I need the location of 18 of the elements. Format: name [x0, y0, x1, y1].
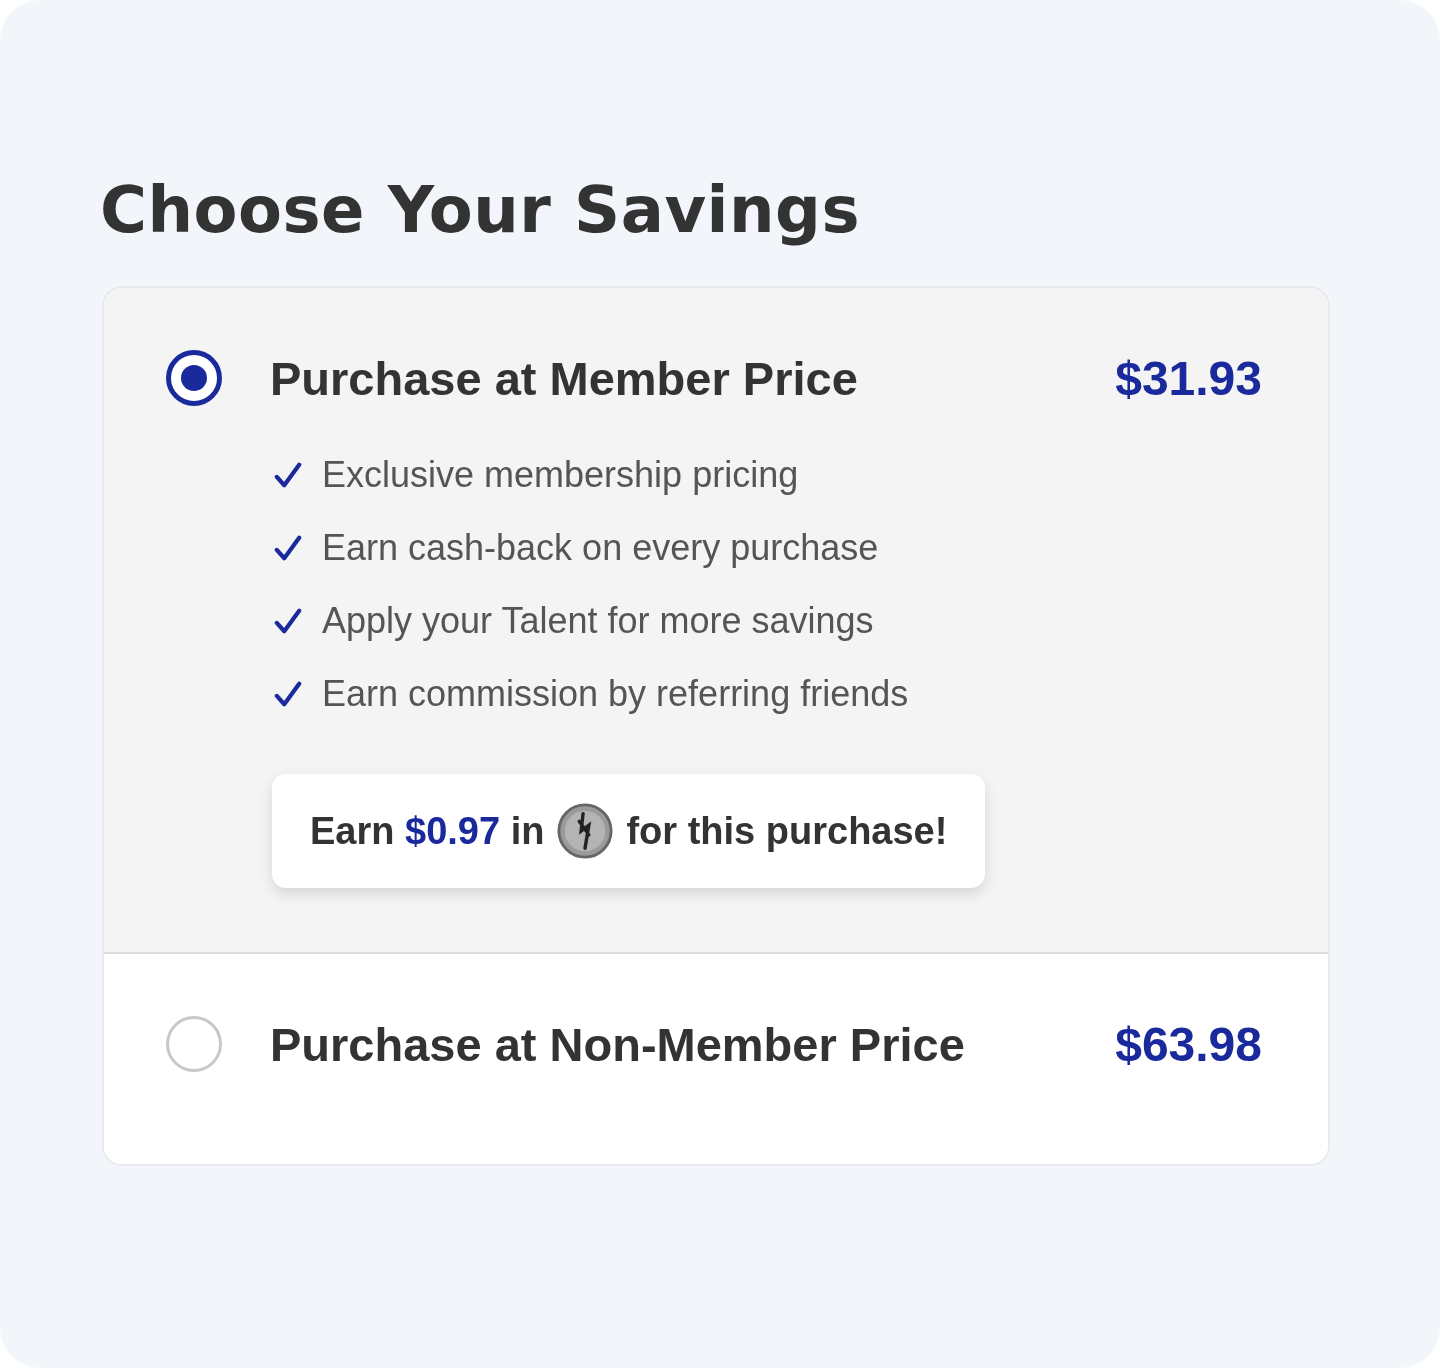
feature-text: Earn commission by referring friends [322, 672, 909, 715]
price-option[interactable]: Purchase at Member Price $31.93 Exclusive membership pricing Earn cash-back on every purchase Apply your Talent for more savings Earn commission by referring friends Earn $0.97 in for this purchase! [104, 288, 1328, 954]
option-title: Purchase at Non-Member Price [270, 1016, 966, 1072]
radio-button[interactable] [166, 350, 222, 406]
reward-text: Earn $0.97 in [310, 809, 545, 853]
option-price: $63.98 [1115, 1016, 1262, 1072]
option-title: Purchase at Member Price [270, 350, 859, 406]
coin-icon [556, 802, 615, 860]
check-icon [274, 679, 302, 708]
check-icon [274, 606, 302, 635]
feature-text: Earn cash-back on every purchase [322, 526, 879, 569]
check-icon [274, 533, 302, 562]
check-icon [274, 460, 302, 489]
reward-suffix: for this purchase! [626, 809, 948, 853]
page-heading: Choose Your Savings [100, 172, 861, 249]
option-price: $31.93 [1115, 350, 1262, 406]
feature-text: Apply your Talent for more savings [322, 599, 874, 642]
feature-text: Exclusive membership pricing [322, 453, 799, 496]
